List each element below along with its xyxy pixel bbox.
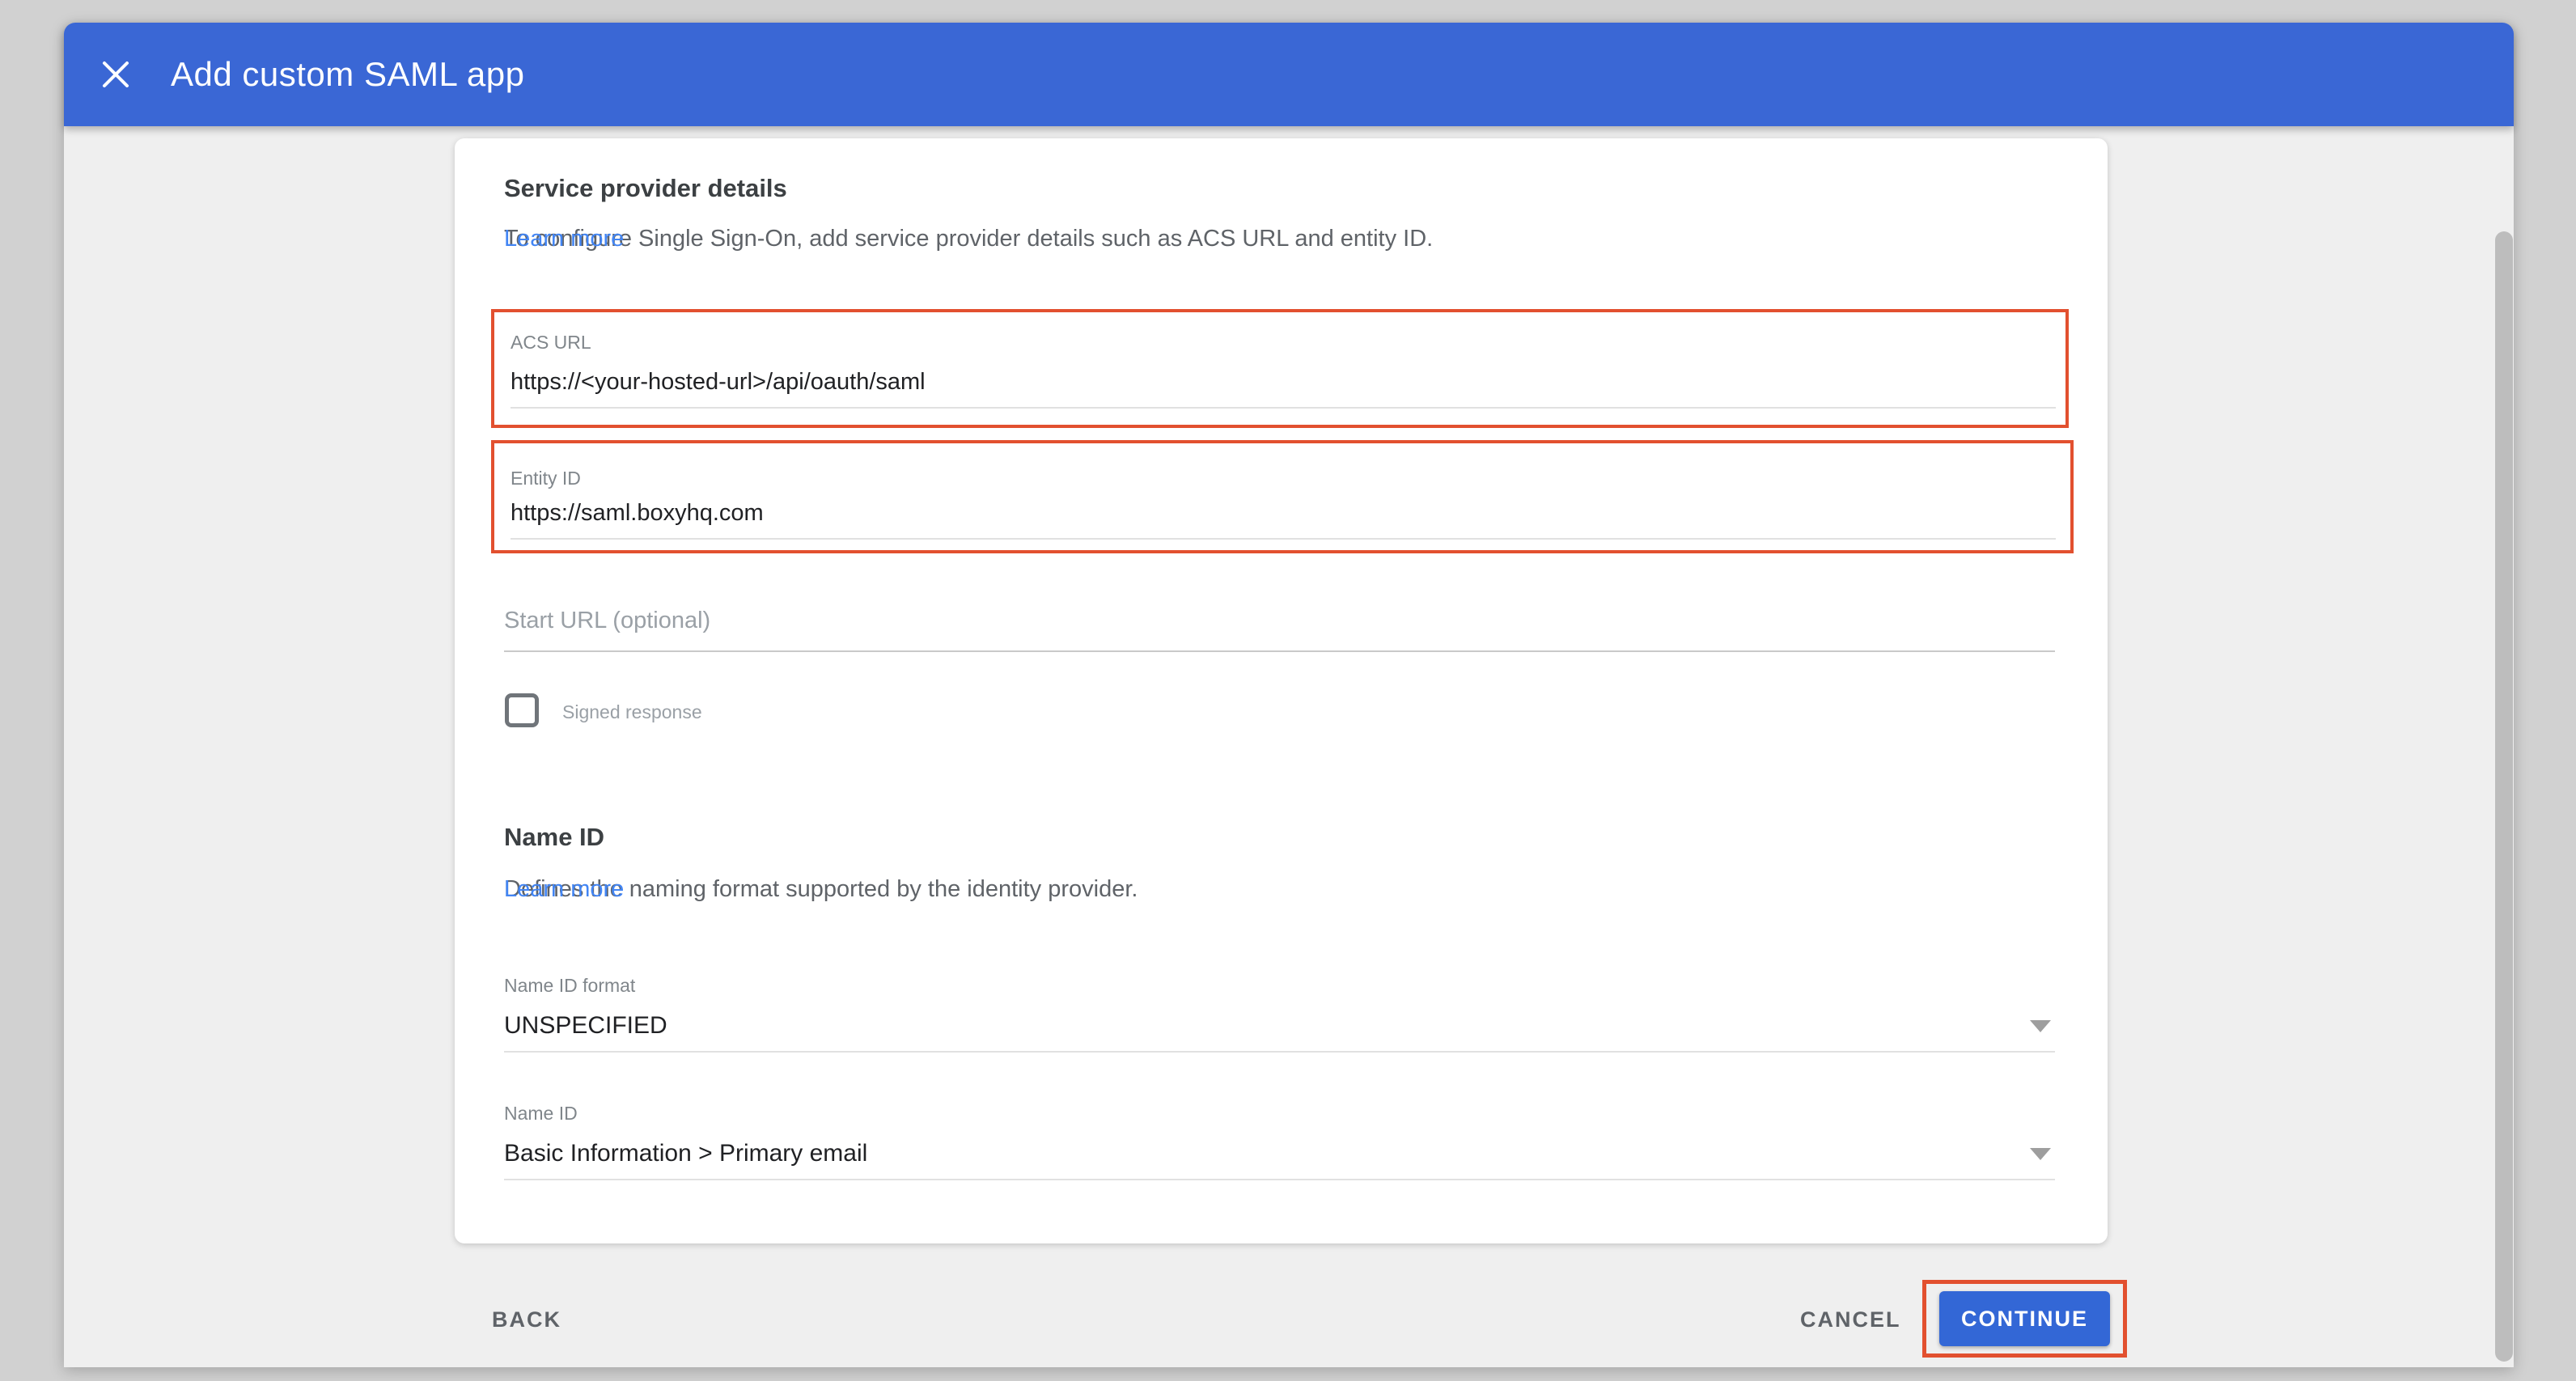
name-id-select[interactable]: Basic Information > Primary email bbox=[504, 1140, 867, 1167]
cancel-button[interactable]: CANCEL bbox=[1800, 1307, 1901, 1332]
entity-id-annotation-box: Entity ID bbox=[491, 440, 2074, 553]
learn-more-link-nid[interactable]: Learn more bbox=[504, 876, 624, 903]
name-id-dropdown-arrow-icon[interactable] bbox=[2030, 1148, 2051, 1160]
name-id-format-label: Name ID format bbox=[504, 975, 635, 997]
name-id-label: Name ID bbox=[504, 1103, 578, 1125]
name-id-underline bbox=[504, 1179, 2055, 1180]
service-provider-heading: Service provider details bbox=[504, 174, 787, 203]
continue-annotation-box: CONTINUE bbox=[1922, 1280, 2127, 1358]
learn-more-link-sp[interactable]: Learn more bbox=[504, 226, 624, 252]
close-button[interactable] bbox=[90, 49, 142, 100]
continue-button[interactable]: CONTINUE bbox=[1939, 1291, 2110, 1346]
close-icon bbox=[101, 60, 130, 89]
vertical-scrollbar-thumb[interactable] bbox=[2495, 231, 2513, 1362]
start-url-input[interactable] bbox=[504, 608, 2055, 652]
name-id-format-select[interactable]: UNSPECIFIED bbox=[504, 1012, 667, 1040]
back-button[interactable]: BACK bbox=[492, 1307, 561, 1332]
name-id-heading: Name ID bbox=[504, 823, 604, 852]
service-provider-card: Service provider details To configure Si… bbox=[455, 138, 2108, 1243]
acs-url-input[interactable] bbox=[511, 369, 2056, 409]
signed-response-label: Signed response bbox=[562, 701, 702, 723]
add-custom-saml-app-dialog: Add custom SAML app Service provider det… bbox=[64, 23, 2514, 1367]
dialog-header-bar: Add custom SAML app bbox=[64, 23, 2514, 126]
entity-id-input[interactable] bbox=[511, 500, 2056, 540]
name-id-format-underline bbox=[504, 1051, 2055, 1053]
name-id-format-dropdown-arrow-icon[interactable] bbox=[2030, 1020, 2051, 1032]
signed-response-checkbox[interactable] bbox=[505, 693, 539, 727]
entity-id-label: Entity ID bbox=[511, 468, 581, 489]
acs-url-label: ACS URL bbox=[511, 332, 591, 354]
service-provider-description-text: To configure Single Sign-On, add service… bbox=[504, 226, 1433, 252]
dialog-title: Add custom SAML app bbox=[171, 55, 525, 94]
acs-url-annotation-box: ACS URL bbox=[491, 309, 2069, 428]
